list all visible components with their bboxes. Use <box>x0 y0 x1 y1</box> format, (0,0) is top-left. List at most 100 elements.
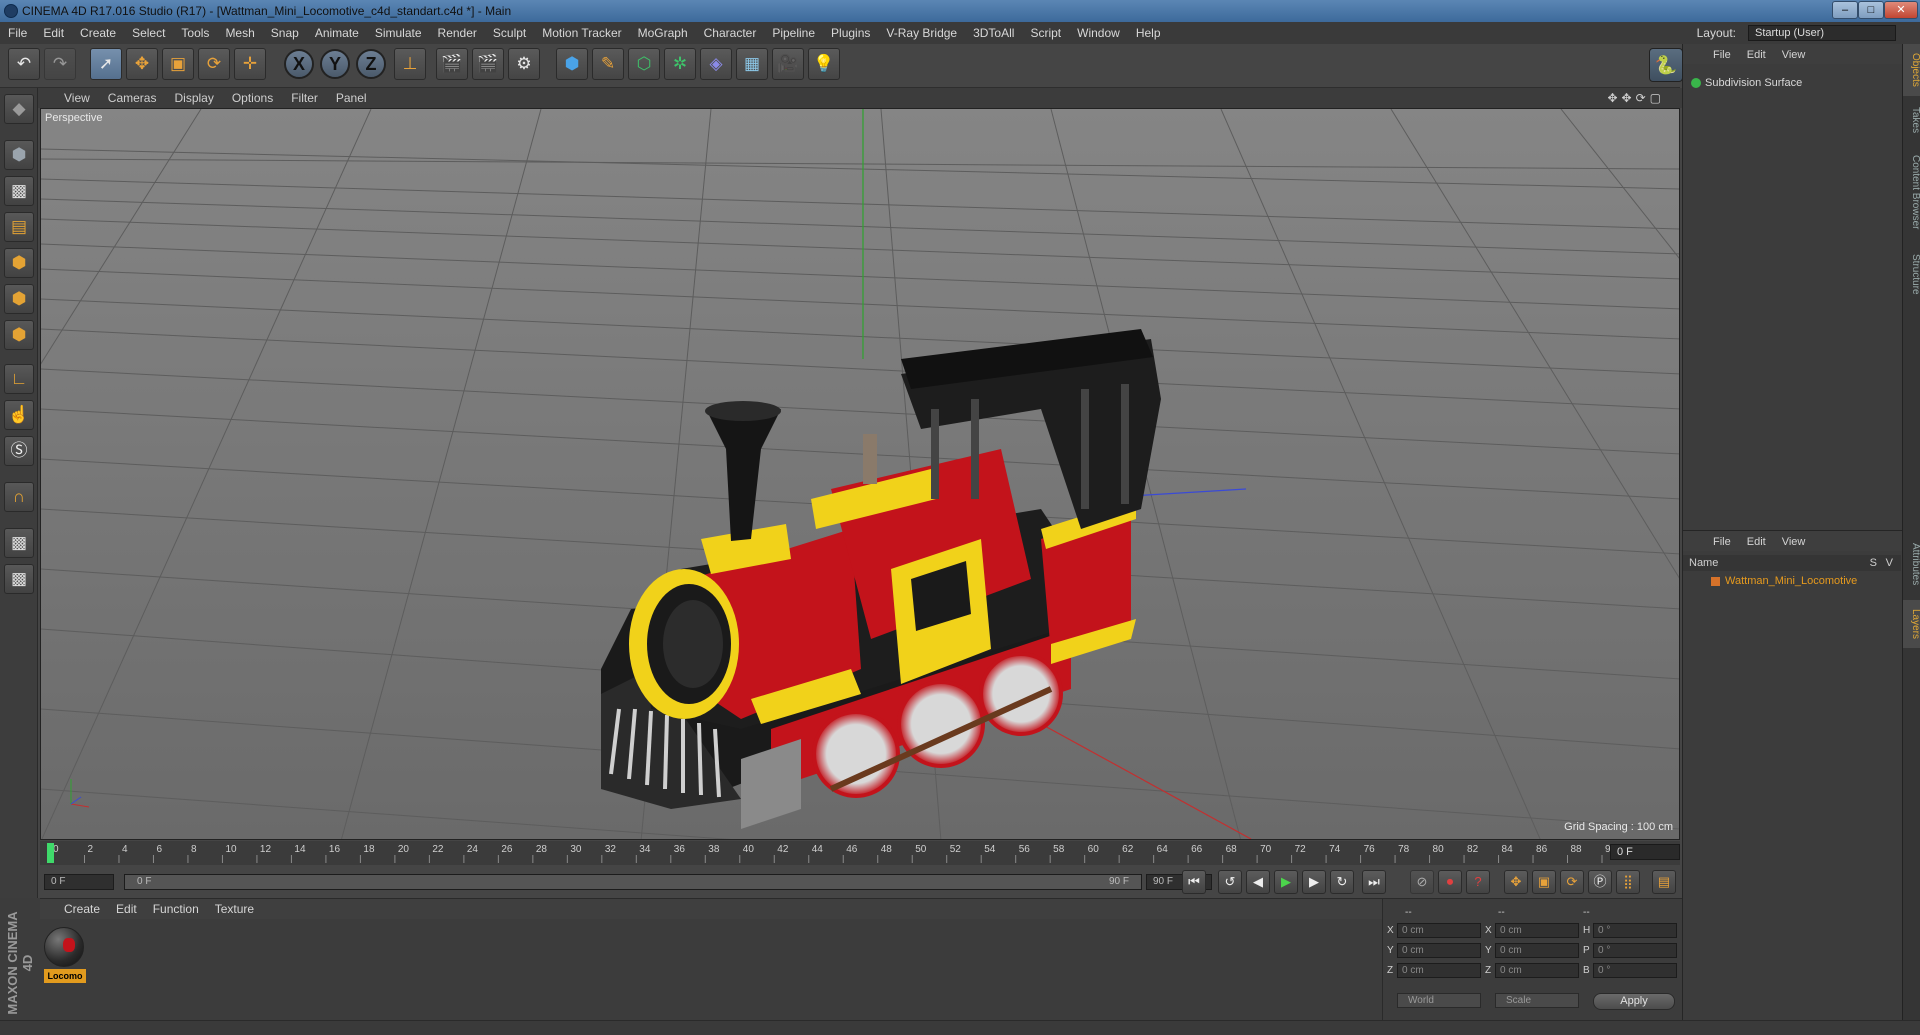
deformer-icon[interactable]: ◈ <box>700 48 732 80</box>
timeline-ruler[interactable]: 0 2 4 6 8 10 12 14 16 18 20 22 24 26 28 30 32 34 36 38 40 42 4… <box>40 841 1680 865</box>
light-icon[interactable]: 💡 <box>808 48 840 80</box>
floor-icon[interactable]: ▦ <box>736 48 768 80</box>
pen-spline-icon[interactable]: ✎ <box>592 48 624 80</box>
tab-structure[interactable]: Structure <box>1903 244 1920 304</box>
transform-icon[interactable]: ✛ <box>234 48 266 80</box>
material-menu-edit[interactable]: Edit <box>108 899 145 919</box>
layer-row[interactable]: Wattman_Mini_Locomotive <box>1683 573 1901 589</box>
key-rotation-icon[interactable]: ⟳ <box>1560 870 1584 894</box>
menu-motion-tracker[interactable]: Motion Tracker <box>534 22 629 44</box>
magnet-icon[interactable]: ∩ <box>4 482 34 512</box>
edges-mode-icon[interactable]: ⬢ <box>4 284 34 314</box>
menu-file[interactable]: File <box>0 22 35 44</box>
menu-snap[interactable]: Snap <box>263 22 307 44</box>
model-mode-icon[interactable]: ⬢ <box>4 140 34 170</box>
previous-frame-icon[interactable]: ◀ <box>1246 870 1270 894</box>
workplane-icon[interactable]: ▤ <box>4 212 34 242</box>
size-y-field[interactable]: 0 cm <box>1495 943 1579 958</box>
menu-create[interactable]: Create <box>72 22 124 44</box>
material-menu-create[interactable]: Create <box>56 899 108 919</box>
render-settings-icon[interactable]: ⚙ <box>508 48 540 80</box>
menu-script[interactable]: Script <box>1022 22 1069 44</box>
tab-objects[interactable]: Objects <box>1903 44 1920 96</box>
size-z-field[interactable]: 0 cm <box>1495 963 1579 978</box>
redo-icon[interactable]: ↷ <box>44 48 76 80</box>
tab-layers[interactable]: Layers <box>1903 600 1920 648</box>
menu-help[interactable]: Help <box>1128 22 1169 44</box>
rot-p-field[interactable]: 0 ° <box>1593 943 1677 958</box>
key-position-icon[interactable]: ✥ <box>1504 870 1528 894</box>
play-forward-icon[interactable]: ▶ <box>1274 870 1298 894</box>
cloner-icon[interactable]: ✲ <box>664 48 696 80</box>
go-to-start-icon[interactable]: ⏮ <box>1182 870 1206 894</box>
object-menu-file[interactable]: File <box>1705 45 1739 65</box>
tab-takes[interactable]: Takes <box>1903 100 1920 140</box>
live-selection-icon[interactable]: ➚ <box>90 48 122 80</box>
maximize-button[interactable]: □ <box>1858 1 1884 19</box>
object-row-subdivision-surface[interactable]: Subdivision Surface <box>1683 74 1901 92</box>
size-x-field[interactable]: 0 cm <box>1495 923 1579 938</box>
render-picture-viewer-icon[interactable]: 🎬 <box>472 48 504 80</box>
x-axis-lock-button[interactable]: X <box>284 49 314 79</box>
cube-primitive-icon[interactable]: ⬢ <box>556 48 588 80</box>
menu-mesh[interactable]: Mesh <box>217 22 262 44</box>
scale-icon[interactable]: ▣ <box>162 48 194 80</box>
menu-sculpt[interactable]: Sculpt <box>485 22 534 44</box>
undo-icon[interactable]: ↶ <box>8 48 40 80</box>
preview-range-slider[interactable]: 0 F 90 F <box>124 874 1142 890</box>
texture-mode-icon[interactable]: ▩ <box>4 176 34 206</box>
material-menu-function[interactable]: Function <box>145 899 207 919</box>
key-scale-icon[interactable]: ▣ <box>1532 870 1556 894</box>
autokeying-icon[interactable]: ? <box>1466 870 1490 894</box>
material-menu-texture[interactable]: Texture <box>207 899 262 919</box>
layout-dropdown[interactable]: Startup (User) <box>1748 25 1896 41</box>
menu-pipeline[interactable]: Pipeline <box>764 22 823 44</box>
viewport-menu-display[interactable]: Display <box>165 88 222 108</box>
next-frame-icon[interactable]: ▶ <box>1302 870 1326 894</box>
close-button[interactable]: ✕ <box>1884 1 1918 19</box>
material-swatch[interactable]: Locomo <box>44 927 86 983</box>
size-mode-dropdown[interactable]: Scale <box>1495 993 1579 1008</box>
axis-mode-icon[interactable]: ∟ <box>4 364 34 394</box>
tweak-mode-icon[interactable]: ☝ <box>4 400 34 430</box>
snap-icon[interactable]: Ⓢ <box>4 436 34 466</box>
layer-menu-view[interactable]: View <box>1774 532 1814 552</box>
viewport-menu-options[interactable]: Options <box>223 88 282 108</box>
coordinate-system-dropdown[interactable]: World <box>1397 993 1481 1008</box>
layer-menu-edit[interactable]: Edit <box>1739 532 1774 552</box>
menu-3dtoall[interactable]: 3DToAll <box>965 22 1022 44</box>
menu-character[interactable]: Character <box>696 22 765 44</box>
apply-button[interactable]: Apply <box>1593 993 1675 1010</box>
key-pla-icon[interactable]: ⣿ <box>1616 870 1640 894</box>
python-script-icon[interactable]: 🐍 <box>1649 48 1683 82</box>
camera-icon[interactable]: 🎥 <box>772 48 804 80</box>
points-mode-icon[interactable]: ⬢ <box>4 248 34 278</box>
record-disabled-icon[interactable]: ⊘ <box>1410 870 1434 894</box>
menu-vray-bridge[interactable]: V-Ray Bridge <box>878 22 965 44</box>
tab-content-browser[interactable]: Content Browser <box>1903 144 1920 240</box>
previous-key-icon[interactable]: ↺ <box>1218 870 1242 894</box>
layer-menu-file[interactable]: File <box>1705 532 1739 552</box>
key-parameter-icon[interactable]: Ⓟ <box>1588 870 1612 894</box>
planar-workplane-icon[interactable]: ▩ <box>4 564 34 594</box>
next-key-icon[interactable]: ↻ <box>1330 870 1354 894</box>
polygons-mode-icon[interactable]: ⬢ <box>4 320 34 350</box>
pos-z-field[interactable]: 0 cm <box>1397 963 1481 978</box>
timeline-playhead[interactable] <box>47 843 54 863</box>
perspective-viewport[interactable]: Perspective Grid Spacing : 100 cm <box>40 108 1680 840</box>
object-menu-view[interactable]: View <box>1774 45 1814 65</box>
go-to-end-icon[interactable]: ⏭ <box>1362 870 1386 894</box>
y-axis-lock-button[interactable]: Y <box>320 49 350 79</box>
menu-window[interactable]: Window <box>1069 22 1128 44</box>
rot-b-field[interactable]: 0 ° <box>1593 963 1677 978</box>
menu-animate[interactable]: Animate <box>307 22 367 44</box>
menu-tools[interactable]: Tools <box>173 22 217 44</box>
move-icon[interactable]: ✥ <box>126 48 158 80</box>
tab-attributes[interactable]: Attributes <box>1903 532 1920 596</box>
viewport-menu-panel[interactable]: Panel <box>327 88 376 108</box>
make-editable-icon[interactable]: ◆ <box>4 94 34 124</box>
render-view-icon[interactable]: 🎬 <box>436 48 468 80</box>
coordinate-system-icon[interactable]: ⊥ <box>394 48 426 80</box>
menu-select[interactable]: Select <box>124 22 173 44</box>
start-frame-field[interactable]: 0 F <box>44 874 114 890</box>
